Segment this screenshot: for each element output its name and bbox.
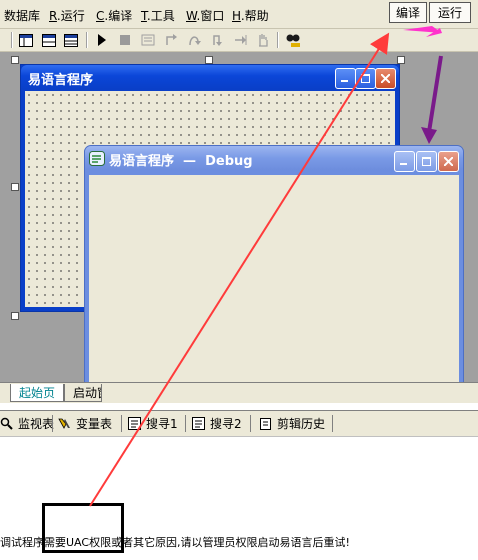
red-arrow [89, 32, 390, 507]
purple-arrow [427, 55, 443, 133]
annotation-overlay [89, 26, 443, 507]
purple-arrow-head [421, 127, 437, 144]
